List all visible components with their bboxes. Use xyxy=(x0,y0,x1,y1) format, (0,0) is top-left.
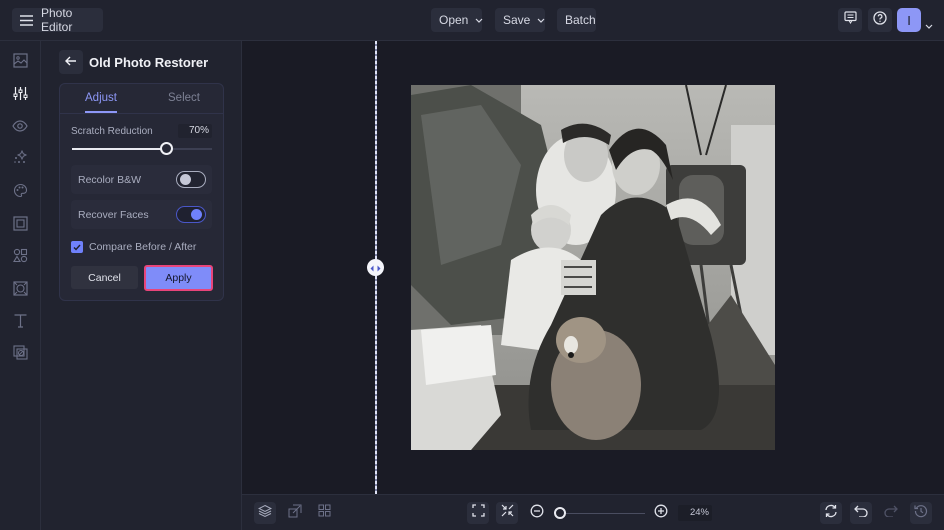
rail-item-effects[interactable] xyxy=(10,149,30,170)
palette-icon xyxy=(13,183,28,203)
scratch-reduction-slider[interactable] xyxy=(72,142,212,155)
chevron-down-icon xyxy=(475,15,483,25)
help-button[interactable] xyxy=(868,8,892,32)
resize-icon xyxy=(288,504,302,523)
recover-faces-toggle[interactable] xyxy=(176,206,206,223)
slider-fill xyxy=(72,148,170,150)
redo-icon xyxy=(884,504,898,522)
tab-select[interactable]: Select xyxy=(168,92,200,104)
zoom-in-icon xyxy=(654,504,668,523)
eye-icon xyxy=(12,119,28,137)
top-bar: Photo Editor Open Save Batch I xyxy=(0,0,944,41)
chat-icon xyxy=(843,11,857,29)
tool-rail xyxy=(0,41,41,530)
grid-button[interactable] xyxy=(313,502,335,524)
recolor-label: Recolor B&W xyxy=(78,174,142,186)
cancel-button[interactable]: Cancel xyxy=(71,266,138,289)
toggle-knob xyxy=(180,174,191,185)
batch-button[interactable]: Batch xyxy=(557,8,596,32)
actual-size-icon xyxy=(501,504,514,522)
bottom-toolbar: 24% xyxy=(242,494,944,530)
rail-item-frames[interactable] xyxy=(10,216,30,236)
scratch-reduction-value[interactable]: 70% xyxy=(178,124,212,138)
resize-button[interactable] xyxy=(284,502,306,524)
zoom-slider-thumb[interactable] xyxy=(554,507,566,519)
arrow-left-icon xyxy=(65,53,77,71)
zoom-in-button[interactable] xyxy=(650,502,672,524)
history-icon xyxy=(914,504,928,523)
tool-panel: Old Photo Restorer Adjust Select Scratch… xyxy=(41,41,242,530)
panel-title: Old Photo Restorer xyxy=(89,55,209,70)
chat-button[interactable] xyxy=(838,8,862,32)
tab-adjust[interactable]: Adjust xyxy=(85,92,117,104)
refresh-button[interactable] xyxy=(820,502,842,524)
history-button[interactable] xyxy=(910,502,932,524)
sparkles-icon xyxy=(13,149,28,170)
rail-item-text[interactable] xyxy=(10,313,30,333)
grid-icon xyxy=(318,504,331,522)
account-chevron-icon[interactable] xyxy=(925,16,933,34)
recolor-row: Recolor B&W xyxy=(71,165,212,194)
back-button[interactable] xyxy=(59,50,83,74)
vintage-family-photo xyxy=(411,85,775,450)
recover-faces-row: Recover Faces xyxy=(71,200,212,229)
apply-button[interactable]: Apply xyxy=(144,265,213,291)
zoom-out-button[interactable] xyxy=(526,502,548,524)
split-arrows-icon xyxy=(370,259,381,277)
rail-item-artsy[interactable] xyxy=(10,183,30,203)
image-icon xyxy=(12,53,28,73)
help-icon xyxy=(873,10,887,30)
refresh-icon xyxy=(824,504,838,523)
photo-canvas[interactable] xyxy=(411,85,775,450)
compare-checkbox[interactable] xyxy=(71,241,83,253)
actual-size-button[interactable] xyxy=(496,502,518,524)
rail-item-overlays[interactable] xyxy=(10,281,30,301)
app-menu-button[interactable]: Photo Editor xyxy=(12,6,103,34)
layers-icon xyxy=(257,504,273,523)
avatar-initial: I xyxy=(907,12,911,28)
layers-button[interactable] xyxy=(254,502,276,524)
compare-handle[interactable] xyxy=(367,259,384,276)
fit-screen-button[interactable] xyxy=(467,502,489,524)
undo-icon xyxy=(854,504,868,522)
recolor-toggle[interactable] xyxy=(176,171,206,188)
rail-item-preview[interactable] xyxy=(10,118,30,138)
redo-button[interactable] xyxy=(880,502,902,524)
sliders-icon xyxy=(13,86,28,106)
compare-label[interactable]: Compare Before / After xyxy=(89,241,196,253)
zoom-slider[interactable] xyxy=(560,513,645,514)
slider-thumb[interactable] xyxy=(160,142,174,155)
fit-screen-icon xyxy=(471,504,485,522)
checkmark-icon xyxy=(73,238,81,256)
text-icon xyxy=(13,313,28,333)
scratch-reduction-label: Scratch Reduction xyxy=(71,126,153,137)
shapes-icon xyxy=(12,248,28,268)
save-label: Save xyxy=(503,13,531,27)
app-title: Photo Editor xyxy=(41,6,73,34)
texture-icon xyxy=(12,345,28,365)
rail-item-image[interactable] xyxy=(10,53,30,73)
toggle-knob xyxy=(191,209,202,220)
undo-button[interactable] xyxy=(850,502,872,524)
frame-icon xyxy=(12,216,28,236)
tab-divider xyxy=(60,113,223,114)
open-label: Open xyxy=(439,13,469,27)
zoom-level[interactable]: 24% xyxy=(678,505,712,521)
overlay-icon xyxy=(12,281,28,301)
recover-faces-label: Recover Faces xyxy=(78,209,149,221)
batch-label: Batch xyxy=(565,13,596,27)
rail-item-adjust[interactable] xyxy=(10,86,30,106)
user-avatar[interactable]: I xyxy=(897,8,921,32)
zoom-out-icon xyxy=(530,504,544,523)
rail-item-graphics[interactable] xyxy=(10,248,30,268)
hamburger-icon xyxy=(20,14,33,26)
open-menu-button[interactable]: Open xyxy=(431,8,483,32)
rail-item-textures[interactable] xyxy=(10,345,30,365)
settings-card: Adjust Select Scratch Reduction 70% Reco… xyxy=(59,83,224,301)
save-menu-button[interactable]: Save xyxy=(495,8,545,32)
chevron-down-icon xyxy=(537,15,545,25)
